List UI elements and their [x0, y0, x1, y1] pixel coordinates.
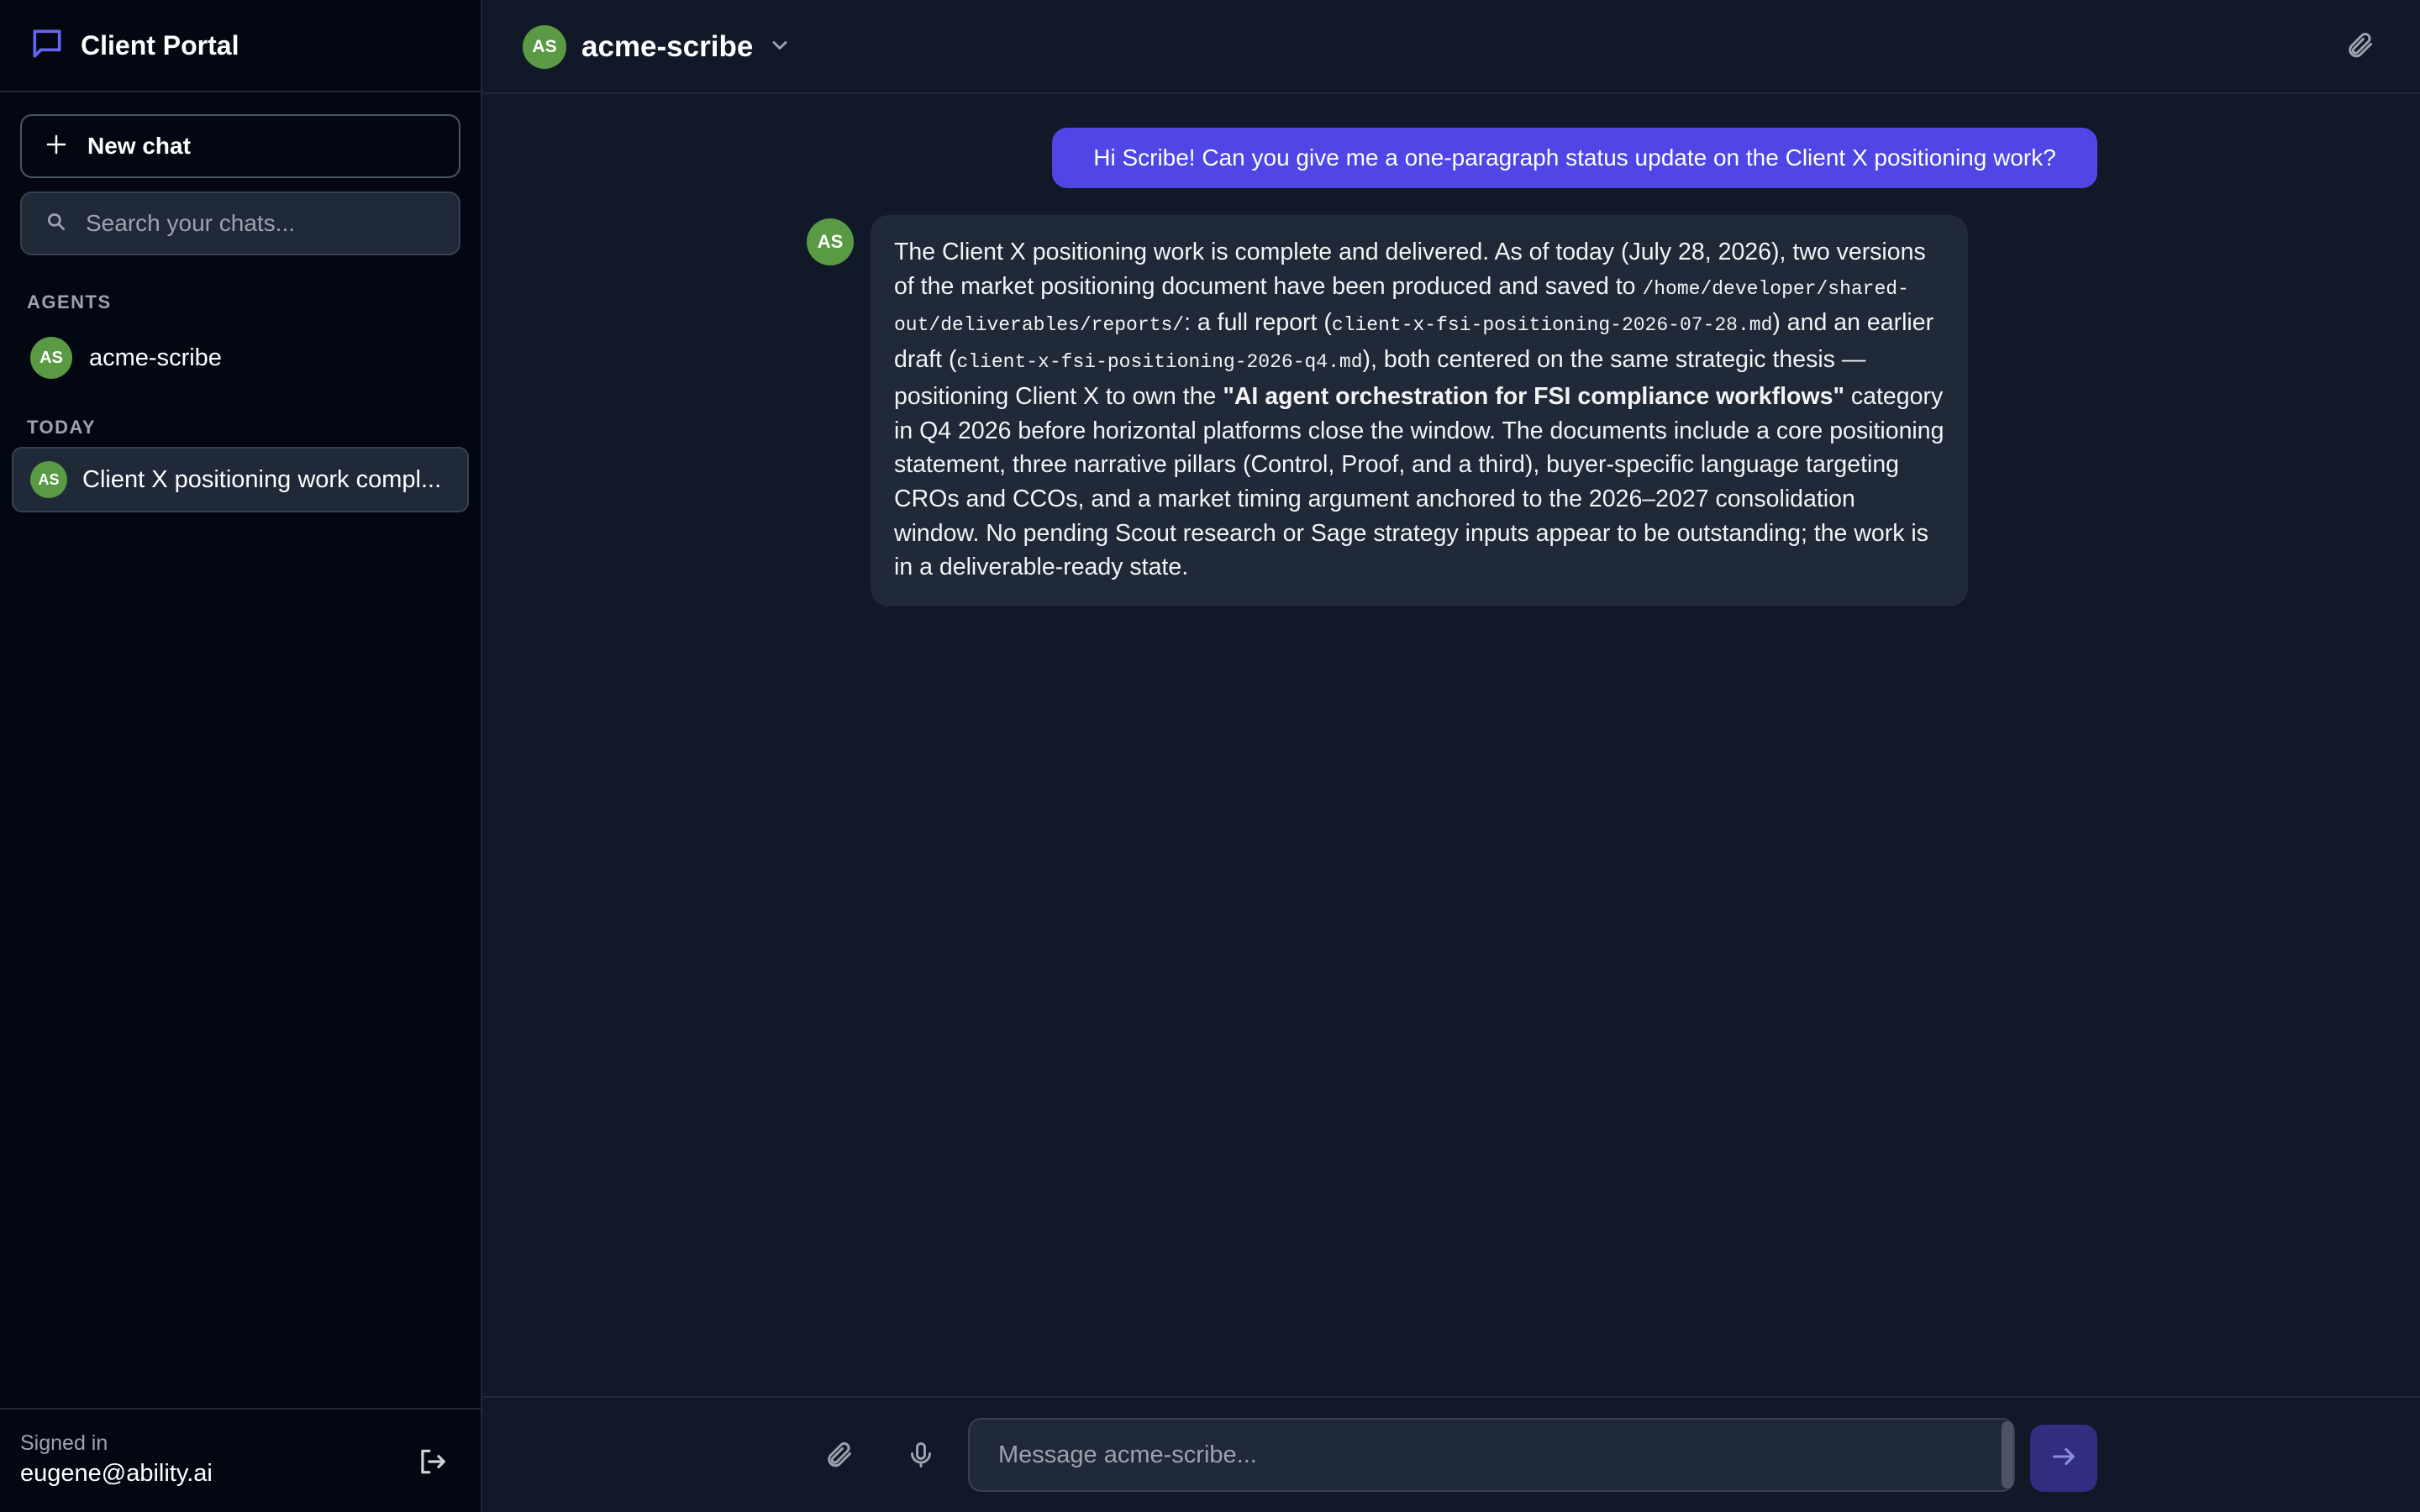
account-footer: Signed in eugene@ability.ai — [0, 1408, 481, 1512]
sidebar-agent-acme-scribe[interactable]: AS acme-scribe — [20, 333, 471, 383]
chat-title: Client X positioning work compl... — [82, 465, 442, 493]
message-input-box[interactable] — [968, 1418, 2015, 1492]
avatar: AS — [30, 337, 72, 379]
brand-header: Client Portal — [0, 0, 481, 92]
attach-file-button[interactable] — [2339, 27, 2380, 67]
arrow-right-icon — [2049, 1442, 2078, 1475]
agents-heading: AGENTS — [27, 291, 112, 312]
message-text: : a full report ( — [1184, 309, 1332, 337]
chat-history-item[interactable]: AS Client X positioning work compl... — [12, 447, 469, 512]
inline-code-filename: client-x-fsi-positioning-2026-q4.md — [956, 351, 1363, 374]
today-heading: TODAY — [27, 417, 97, 438]
plus-icon — [44, 132, 69, 161]
message-text: category in Q4 2026 before horizontal pl… — [894, 382, 1944, 581]
chevron-down-icon — [753, 34, 792, 61]
agent-name: acme-scribe — [89, 344, 222, 371]
sidebar: Client Portal New chat AGENTS AS acme-sc… — [0, 0, 482, 1512]
paperclip-icon — [2344, 30, 2375, 65]
user-message: Hi Scribe! Can you give me a one-paragra… — [1052, 128, 2097, 188]
logout-icon — [416, 1446, 448, 1482]
microphone-icon — [906, 1440, 936, 1474]
inline-code-filename: client-x-fsi-positioning-2026-07-28.md — [1331, 314, 1773, 337]
paperclip-icon — [823, 1440, 854, 1474]
chat-header: AS acme-scribe — [482, 0, 2420, 94]
new-chat-button[interactable]: New chat — [20, 114, 460, 178]
send-button[interactable] — [2030, 1425, 2097, 1492]
chat-bubble-icon — [29, 25, 66, 66]
avatar: AS — [523, 25, 566, 69]
voice-input-button[interactable] — [897, 1433, 944, 1480]
signed-in-label: Signed in — [20, 1431, 108, 1455]
assistant-message: The Client X positioning work is complet… — [871, 215, 1968, 607]
bold-category: "AI agent orchestration for FSI complian… — [1223, 382, 1844, 410]
app-title: Client Portal — [81, 29, 239, 60]
logout-button[interactable] — [412, 1443, 452, 1483]
user-email: eugene@ability.ai — [20, 1460, 213, 1487]
attach-button[interactable] — [815, 1433, 862, 1480]
input-scrollbar[interactable] — [2002, 1421, 2013, 1488]
message-input[interactable] — [997, 1440, 1966, 1470]
chat-search[interactable] — [20, 192, 460, 255]
assistant-avatar: AS — [807, 218, 854, 265]
new-chat-label: New chat — [87, 133, 191, 159]
agent-name: acme-scribe — [581, 30, 754, 63]
search-input[interactable] — [84, 209, 440, 238]
agent-selector[interactable]: AS acme-scribe — [523, 24, 792, 71]
search-icon — [45, 211, 67, 237]
avatar: AS — [30, 461, 67, 498]
